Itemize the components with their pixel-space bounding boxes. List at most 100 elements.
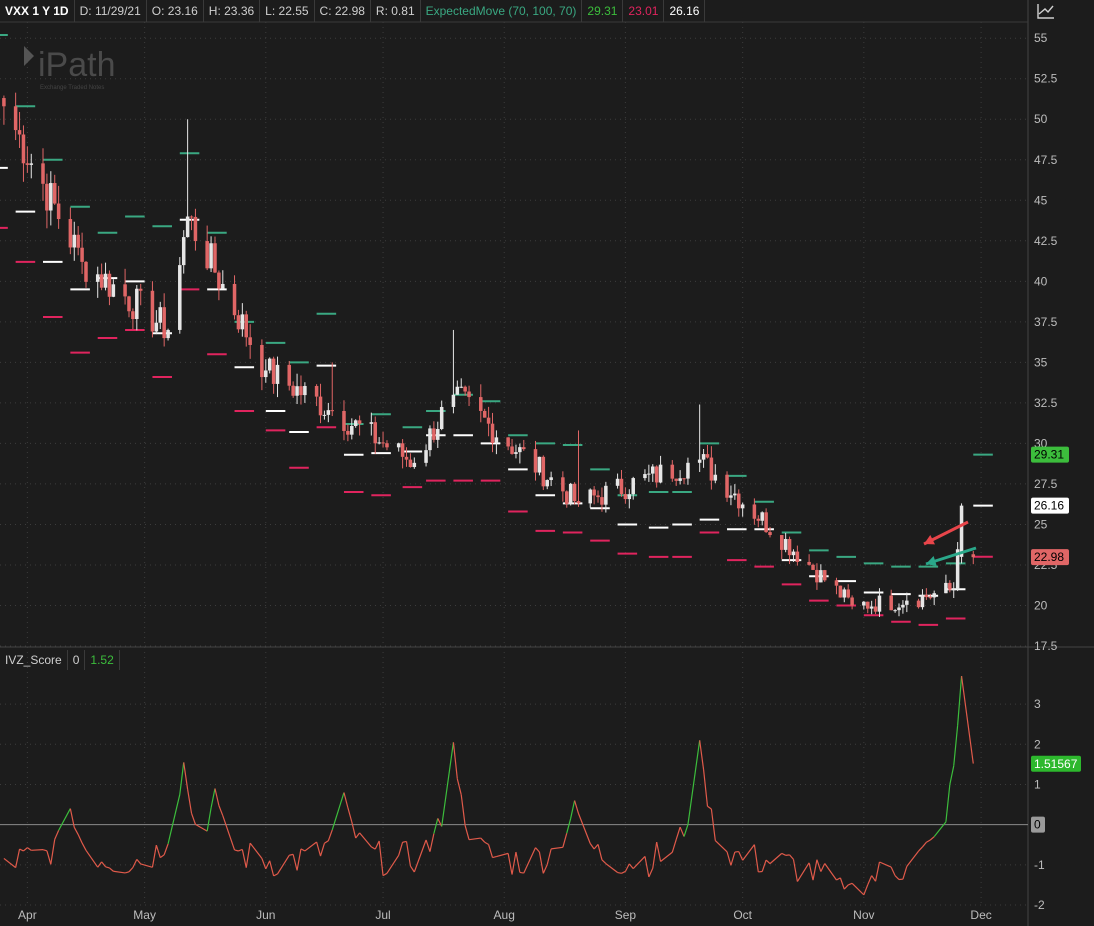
candle-body xyxy=(541,456,546,487)
candle-body xyxy=(248,337,252,345)
candle-body xyxy=(275,364,280,384)
candle-body xyxy=(901,604,905,608)
osc-segment xyxy=(277,854,290,875)
candle-body xyxy=(865,601,870,609)
expected-move-levels xyxy=(0,33,993,626)
osc-segment xyxy=(437,818,443,827)
ipath-logo-mark: iPath Exchange Traded Notes xyxy=(24,46,116,91)
osc-segment xyxy=(167,794,181,845)
osc-segment xyxy=(27,847,32,851)
osc-segment xyxy=(929,836,935,841)
study-name[interactable]: IVZ_Score xyxy=(0,650,68,670)
osc-segment xyxy=(707,805,712,810)
osc-segment xyxy=(820,863,826,872)
osc-segment xyxy=(452,742,458,779)
candle-body xyxy=(21,134,26,164)
candle-body xyxy=(213,243,217,273)
candle-body xyxy=(811,564,815,570)
candle-body xyxy=(893,610,897,612)
osc-segment xyxy=(484,841,489,846)
chart-canvas[interactable]: 5552.55047.54542.54037.53532.53027.52522… xyxy=(0,0,1094,926)
osc-tick-label: -2 xyxy=(1034,898,1045,912)
candle-body xyxy=(873,606,878,612)
candle-body xyxy=(928,597,933,599)
osc-segment xyxy=(906,850,920,867)
osc-segment xyxy=(249,842,263,859)
study-label[interactable]: ExpectedMove (70, 100, 70) xyxy=(421,0,583,22)
candle-body xyxy=(627,494,632,500)
annotations xyxy=(923,520,977,567)
drawing-tool-icon xyxy=(1037,4,1054,19)
osc-segment xyxy=(136,859,142,865)
osc-segment xyxy=(480,837,486,843)
candle-body xyxy=(752,504,757,519)
candle-body xyxy=(733,493,737,496)
candle-body xyxy=(959,505,964,557)
osc-segment xyxy=(113,870,126,874)
price-tick-label: 55 xyxy=(1034,31,1048,45)
candle-body xyxy=(514,452,518,454)
candle-body xyxy=(154,322,159,332)
osc-segment xyxy=(675,826,681,840)
candle-body xyxy=(615,478,620,486)
candle-body xyxy=(428,428,432,451)
candle-body xyxy=(467,391,471,398)
candle-body xyxy=(221,283,225,289)
date-label: D: 11/29/21 xyxy=(75,0,147,22)
candle-body xyxy=(162,307,166,339)
osc-segment xyxy=(597,844,603,860)
osc-segment xyxy=(601,859,607,865)
osc-segment xyxy=(523,847,537,874)
month-label: Jun xyxy=(256,908,275,922)
candle-body xyxy=(596,495,600,498)
osc-segment xyxy=(671,839,677,853)
candle-body xyxy=(862,601,866,606)
price-flag-label: 26.16 xyxy=(1034,499,1064,513)
osc-segment xyxy=(621,870,626,874)
ipath-logo: iPath Exchange Traded Notes xyxy=(24,46,134,95)
osc-segment xyxy=(324,840,329,844)
osc-segment xyxy=(808,862,814,881)
candle-body xyxy=(412,462,417,468)
osc-segment xyxy=(922,841,927,848)
candle-body xyxy=(193,216,198,242)
osc-segment xyxy=(890,866,896,876)
symbol-label[interactable]: VXX 1 Y 1D xyxy=(0,0,75,22)
candle-body xyxy=(545,480,549,487)
candle-body xyxy=(209,243,213,269)
osc-segment xyxy=(714,840,728,853)
osc-segment xyxy=(918,846,923,852)
osc-segment xyxy=(374,840,380,850)
osc-segment xyxy=(874,861,881,882)
month-label: Aug xyxy=(494,908,515,922)
osc-segment xyxy=(238,848,243,852)
range-label: R: 0.81 xyxy=(371,0,421,22)
candle-body xyxy=(490,423,495,444)
price-tick-label: 42.5 xyxy=(1034,234,1058,248)
candle-body xyxy=(29,163,34,165)
osc-segment xyxy=(413,839,427,873)
drawing-tool-button[interactable] xyxy=(1030,0,1060,22)
candle-body xyxy=(232,283,237,316)
osc-segment xyxy=(617,871,622,874)
high-label: H: 23.36 xyxy=(204,0,261,22)
candle-body xyxy=(138,288,143,291)
price-flag-label: 22.98 xyxy=(1034,550,1064,564)
osc-segment xyxy=(15,848,21,868)
candle-body xyxy=(600,497,604,505)
osc-segment xyxy=(163,843,169,856)
ivz-score-line xyxy=(3,675,974,896)
osc-segment xyxy=(77,834,83,844)
osc-segment xyxy=(292,854,298,871)
candle-body xyxy=(709,457,714,481)
osc-segment xyxy=(652,841,658,869)
candle-body xyxy=(479,397,483,411)
month-label: Nov xyxy=(853,908,874,922)
osc-flag-last-label: 1.51567 xyxy=(1034,757,1078,771)
osc-segment xyxy=(23,847,28,852)
candle-body xyxy=(166,329,170,339)
osc-segment xyxy=(679,826,685,837)
candle-body xyxy=(400,443,405,457)
candle-body xyxy=(264,370,268,378)
low-label: L: 22.55 xyxy=(260,0,315,22)
